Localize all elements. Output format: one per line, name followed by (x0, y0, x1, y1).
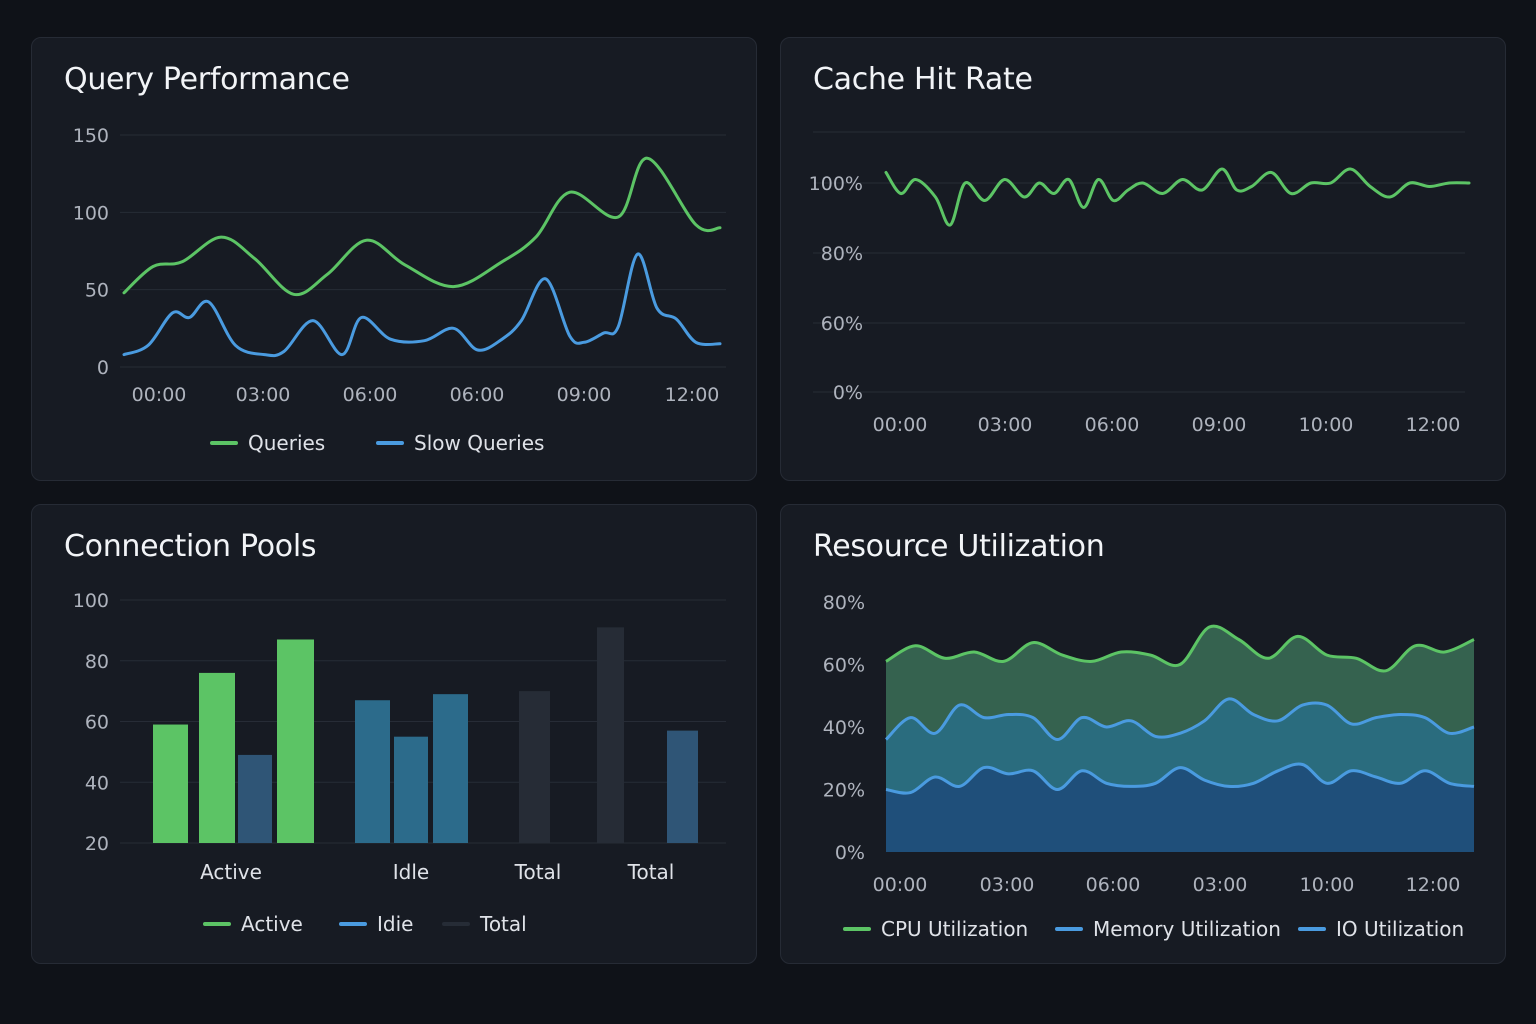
y-tick-label: 50 (85, 280, 109, 302)
y-tick-label: 60 (85, 712, 109, 734)
x-category-label: Total (514, 860, 562, 884)
series-line-slow-queries (122, 252, 722, 358)
y-tick-label: 0% (833, 382, 863, 404)
connection-pools-panel: Connection Pools 100 80 60 40 20 Active Idle To… (31, 504, 757, 964)
legend-label: Total (479, 912, 527, 936)
cache-hit-rate-chart: 100% 80% 60% 0% 00:00 03:00 06:00 09:00 10:00 12:… (809, 131, 1471, 436)
legend-label: Queries (248, 431, 325, 455)
x-tick-label: 03:00 (978, 414, 1033, 436)
x-tick-label: 06:00 (1085, 414, 1140, 436)
y-tick-label: 100 (73, 590, 109, 612)
bar-active (277, 639, 314, 843)
y-tick-label: 150 (73, 125, 109, 147)
legend-label: CPU Utilization (881, 917, 1028, 941)
series-line-cache-hit-rate (884, 167, 1471, 227)
y-tick-label: 0 (97, 357, 109, 379)
bar-active (238, 754, 272, 843)
connection-pools-chart: 100 80 60 40 20 Active Idle Total Total Active Idi… (73, 590, 726, 936)
bar-total (667, 730, 698, 843)
x-tick-label: 03:00 (980, 874, 1035, 896)
x-tick-label: 03:00 (1193, 874, 1248, 896)
bar-total (519, 691, 550, 843)
bar-idle (355, 700, 390, 843)
y-tick-label: 40% (823, 717, 865, 739)
legend-label: Memory Utilization (1093, 917, 1281, 941)
x-tick-label: 06:00 (343, 384, 398, 406)
y-tick-label: 100 (73, 202, 109, 224)
legend-label: Slow Queries (414, 431, 544, 455)
legend-label: IO Utilization (1336, 917, 1464, 941)
bar-total (597, 627, 624, 843)
x-tick-label: 09:00 (557, 384, 612, 406)
bar-active (153, 724, 188, 843)
query-performance-panel: Query Performance 150 100 50 0 00:00 03:00 06:… (31, 37, 757, 481)
x-tick-label: 00:00 (873, 874, 928, 896)
x-tick-label: 00:00 (132, 384, 187, 406)
x-category-label: Active (200, 860, 262, 884)
query-performance-chart: 150 100 50 0 00:00 03:00 06:00 06:00 09:00 12:00 Q… (73, 125, 726, 455)
bar-idle (433, 694, 468, 843)
legend-label: Idie (377, 912, 413, 936)
y-tick-label: 60% (821, 313, 863, 335)
x-tick-label: 03:00 (236, 384, 291, 406)
x-tick-label: 12:00 (1406, 874, 1461, 896)
y-tick-label: 20% (823, 780, 865, 802)
y-tick-label: 60% (823, 655, 865, 677)
x-tick-label: 09:00 (1192, 414, 1247, 436)
y-tick-label: 20 (85, 833, 109, 855)
x-tick-label: 12:00 (665, 384, 720, 406)
y-tick-label: 80 (85, 651, 109, 673)
bar-idle (394, 736, 428, 843)
x-tick-label: 10:00 (1299, 414, 1354, 436)
x-category-label: Total (627, 860, 675, 884)
legend-label: Active (241, 912, 303, 936)
x-tick-label: 06:00 (450, 384, 505, 406)
x-tick-label: 06:00 (1086, 874, 1141, 896)
x-category-label: Idle (393, 860, 429, 884)
x-tick-label: 12:00 (1406, 414, 1461, 436)
resource-utilization-panel: Resource Utilization 80% 60% 40% 20% 0% 00:00… (780, 504, 1506, 964)
y-tick-label: 100% (809, 173, 863, 195)
x-tick-label: 00:00 (873, 414, 928, 436)
y-tick-label: 80% (821, 243, 863, 265)
y-tick-label: 0% (835, 842, 865, 864)
resource-utilization-chart: 80% 60% 40% 20% 0% 00:00 03:00 06:00 03:00 10:00 1… (823, 592, 1475, 941)
y-tick-label: 80% (823, 592, 865, 614)
bar-active (199, 672, 235, 843)
x-tick-label: 10:00 (1300, 874, 1355, 896)
cache-hit-rate-panel: Cache Hit Rate 100% 80% 60% 0% 00:00 03:00 06:… (780, 37, 1506, 481)
y-tick-label: 40 (85, 772, 109, 794)
